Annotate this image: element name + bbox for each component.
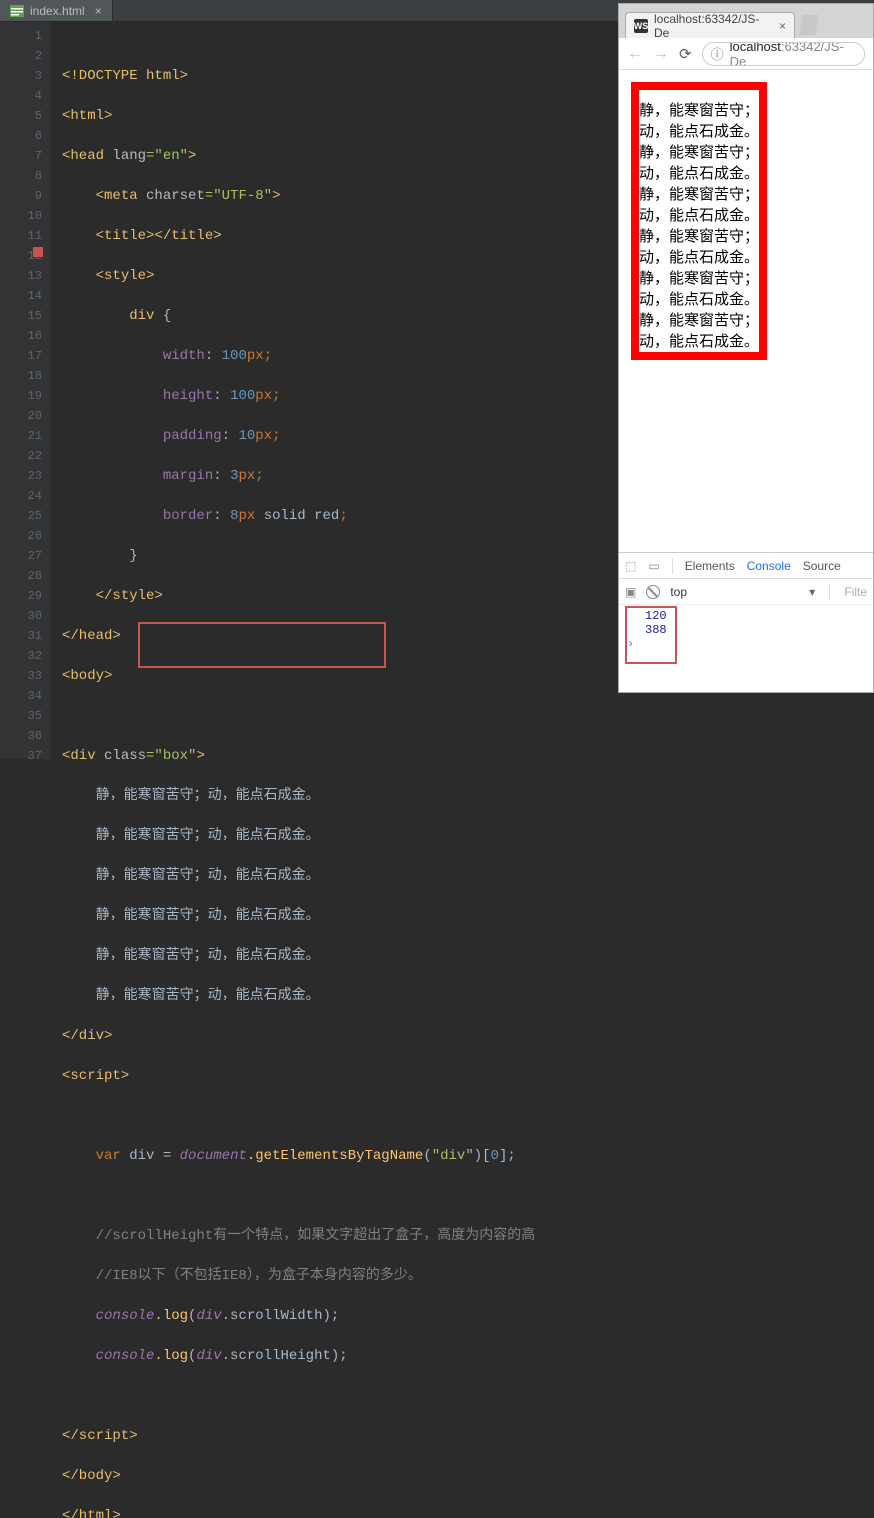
browser-toolbar: ← → ⟳ ⓘ localhost:63342/JS-De (619, 38, 873, 70)
inspect-icon[interactable]: ⬚ (625, 559, 636, 573)
console-line: 120 (645, 609, 865, 623)
chevron-down-icon[interactable]: ▾ (809, 585, 815, 599)
device-toggle-icon[interactable]: ▭ (648, 559, 659, 573)
rendered-page: 静，能寒窗苦守；动，能点石成金。 静，能寒窗苦守；动，能点石成金。 静，能寒窗苦… (619, 70, 873, 552)
tab-sources[interactable]: Source (803, 559, 841, 573)
show-console-sidebar-icon[interactable]: ▣ (625, 585, 636, 599)
line-number-gutter: 1234567891011121314151617181920212223242… (0, 22, 50, 759)
close-icon[interactable]: × (95, 4, 102, 18)
console-prompt[interactable]: › (627, 637, 865, 651)
breakpoint-marker (33, 247, 43, 257)
editor-tab-indexhtml[interactable]: index.html × (0, 0, 113, 21)
devtools-panel: ⬚ ▭ Elements Console Source ▣ top ▾ Filt… (619, 552, 873, 692)
favicon-icon: WS (634, 19, 648, 33)
console-output[interactable]: 120 388 › (619, 605, 873, 655)
new-tab-button[interactable] (799, 15, 819, 35)
reload-icon[interactable]: ⟳ (679, 45, 692, 63)
context-selector[interactable]: top (670, 585, 687, 599)
close-icon[interactable]: × (779, 19, 786, 33)
browser-tab-title: localhost:63342/JS-De (654, 12, 769, 40)
filter-divider (829, 584, 830, 600)
forward-icon[interactable]: → (653, 45, 669, 63)
editor-tab-label: index.html (30, 4, 85, 18)
site-info-icon[interactable]: ⓘ (711, 44, 724, 63)
tab-elements[interactable]: Elements (685, 559, 735, 573)
devtools-tab-bar: ⬚ ▭ Elements Console Source (619, 553, 873, 579)
address-bar[interactable]: ⓘ localhost:63342/JS-De (702, 42, 865, 66)
back-icon[interactable]: ← (627, 45, 643, 63)
browser-tab[interactable]: WS localhost:63342/JS-De × (625, 12, 795, 38)
console-line: 388 (645, 623, 865, 637)
browser-tab-strip: WS localhost:63342/JS-De × (619, 4, 873, 38)
html-file-icon (10, 5, 24, 17)
clear-console-icon[interactable] (646, 585, 660, 599)
page-text-content: 静，能寒窗苦守；动，能点石成金。 静，能寒窗苦守；动，能点石成金。 静，能寒窗苦… (639, 100, 759, 352)
console-toolbar: ▣ top ▾ Filte (619, 579, 873, 605)
filter-input[interactable]: Filte (844, 585, 867, 599)
tab-console[interactable]: Console (747, 559, 791, 573)
browser-window: WS localhost:63342/JS-De × ← → ⟳ ⓘ local… (618, 3, 874, 693)
page-div-box: 静，能寒窗苦守；动，能点石成金。 静，能寒窗苦守；动，能点石成金。 静，能寒窗苦… (631, 82, 767, 360)
